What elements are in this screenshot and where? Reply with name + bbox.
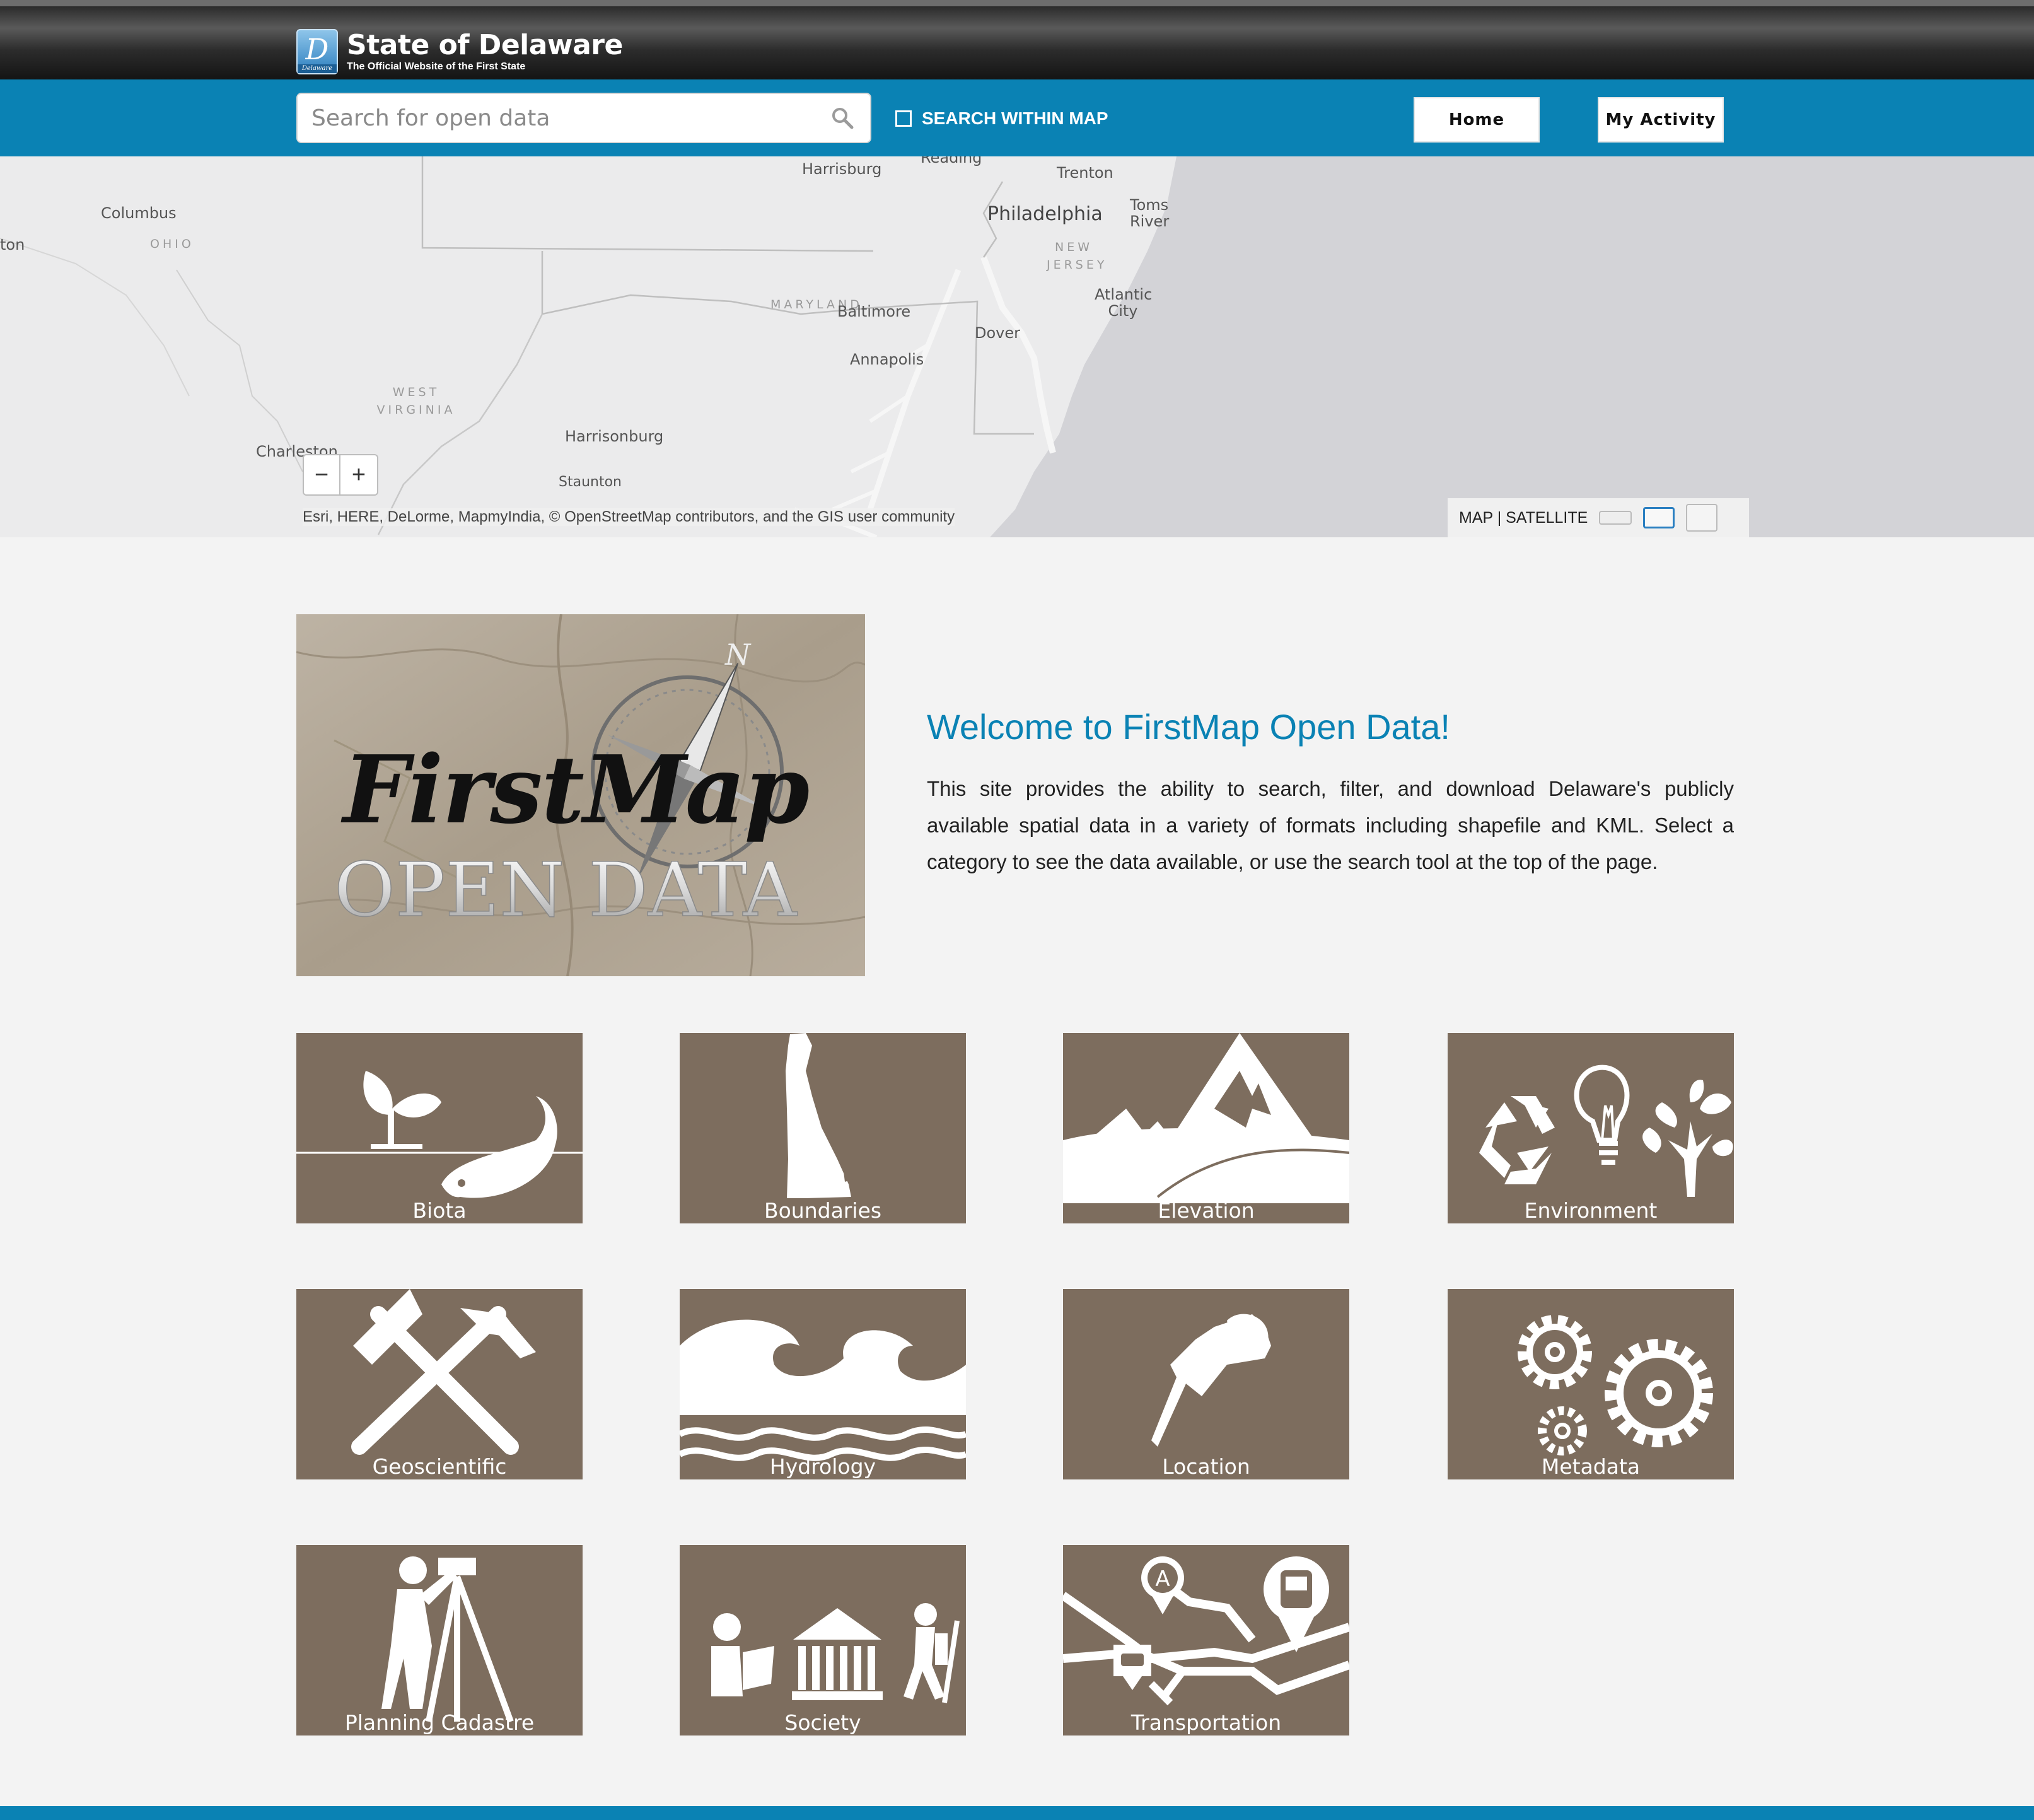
category-tile-geoscientific[interactable]: Geoscientific xyxy=(296,1289,583,1479)
map-label-annapolis: Annapolis xyxy=(850,351,924,368)
basemap-toggle[interactable] xyxy=(1599,511,1632,525)
nav-bar: SEARCH WITHIN MAP Home My Activity xyxy=(0,79,2034,156)
my-activity-button[interactable]: My Activity xyxy=(1598,97,1724,143)
search-within-map-label: SEARCH WITHIN MAP xyxy=(922,108,1108,128)
map-label-columbus: Columbus xyxy=(101,204,177,222)
welcome-title: Welcome to FirstMap Open Data! xyxy=(927,707,1450,747)
category-tile-transportation[interactable]: A Transportation xyxy=(1063,1545,1349,1735)
category-label: Geoscientific xyxy=(372,1454,507,1479)
category-tile-location[interactable]: Location xyxy=(1063,1289,1349,1479)
category-label: Location xyxy=(1162,1454,1250,1479)
search-within-map-checkbox[interactable] xyxy=(895,110,912,127)
gears-icon xyxy=(1518,1315,1713,1455)
logo-caption: Delaware xyxy=(298,64,337,73)
category-tile-metadata[interactable]: Metadata xyxy=(1448,1289,1734,1479)
map-label-new-jersey: NEW JERSEY xyxy=(1047,240,1108,272)
waves-icon xyxy=(680,1319,966,1461)
zoom-in-button[interactable]: + xyxy=(340,455,377,494)
site-header: D Delaware State of Delaware The Officia… xyxy=(0,0,2034,79)
category-label: Planning Cadastre xyxy=(344,1710,535,1735)
map-label-philadelphia: Philadelphia xyxy=(987,203,1103,225)
search-box xyxy=(296,93,871,143)
search-icon[interactable] xyxy=(830,105,855,131)
map-label-harrisburg: Harrisburg xyxy=(802,160,882,178)
category-label: Biota xyxy=(412,1198,467,1223)
map-label-west-virginia: WEST VIRGINIA xyxy=(376,385,456,417)
category-label: Boundaries xyxy=(764,1198,882,1223)
mountains-icon xyxy=(1063,1033,1349,1203)
basemap-map-thumbnail[interactable] xyxy=(1643,507,1675,528)
search-input[interactable] xyxy=(311,94,816,142)
firstmap-logo-image: N FirstMap OPEN DATA xyxy=(296,614,865,976)
category-label: Metadata xyxy=(1541,1454,1641,1479)
map-label-staunton: Staunton xyxy=(559,474,622,490)
map-label-atlantic-city: Atlantic City xyxy=(1095,286,1153,320)
category-tile-society[interactable]: Society xyxy=(680,1545,966,1735)
zoom-control: − + xyxy=(303,454,378,496)
logo-letter: D xyxy=(305,32,329,66)
category-tile-environment[interactable]: Environment xyxy=(1448,1033,1734,1223)
basemap-switcher: MAP | SATELLITE xyxy=(1448,498,1749,537)
surveyor-icon xyxy=(381,1556,514,1723)
category-tile-planning-cadastre[interactable]: Planning Cadastre xyxy=(296,1545,583,1735)
map-view[interactable]: Harrisburg Reading Trenton Philadelphia … xyxy=(0,156,2034,537)
svg-text:A: A xyxy=(1155,1566,1170,1592)
map-label-toms-river: Toms River xyxy=(1130,196,1170,230)
site-title: State of Delaware xyxy=(347,29,623,61)
page-footer-bar xyxy=(0,1806,2034,1820)
map-label-dayton: ton xyxy=(0,236,25,254)
basemap-satellite-option[interactable]: SATELLITE xyxy=(1506,509,1588,527)
plant-fish-icon xyxy=(296,1071,583,1198)
map-label-trenton: Trenton xyxy=(1057,164,1113,182)
basemap-separator: | xyxy=(1497,508,1502,527)
map-label-dover: Dover xyxy=(975,324,1020,342)
reader-museum-hiker-icon xyxy=(711,1603,960,1703)
map-label-reading: Reading xyxy=(921,156,982,166)
category-label: Society xyxy=(784,1710,861,1735)
site-subtitle: The Official Website of the First State xyxy=(347,61,526,72)
delaware-logo-mark: D Delaware xyxy=(296,29,338,74)
zoom-out-button[interactable]: − xyxy=(304,455,340,494)
map-attribution: Esri, HERE, DeLorme, MapmyIndia, © OpenS… xyxy=(303,508,955,526)
home-button[interactable]: Home xyxy=(1414,97,1540,143)
crossed-hammers-icon xyxy=(351,1289,536,1455)
delaware-logo[interactable]: D Delaware State of Delaware The Officia… xyxy=(296,29,623,74)
basemap-map-option[interactable]: MAP xyxy=(1459,509,1493,527)
welcome-text: This site provides the ability to search… xyxy=(927,777,1734,873)
category-tile-biota[interactable]: Biota xyxy=(296,1033,583,1223)
compass-north-letter: N xyxy=(724,638,752,672)
delaware-outline-icon xyxy=(786,1033,853,1198)
category-label: Transportation xyxy=(1130,1710,1282,1735)
map-label-harrisonburg: Harrisonburg xyxy=(565,428,664,445)
recycle-bulb-tree-icon xyxy=(1479,1065,1733,1197)
category-label: Elevation xyxy=(1158,1198,1255,1223)
pushpin-icon xyxy=(1151,1314,1271,1447)
category-label: Hydrology xyxy=(769,1454,876,1479)
map-label-baltimore: Baltimore xyxy=(837,303,911,320)
category-tile-hydrology[interactable]: Hydrology xyxy=(680,1289,966,1479)
category-label: Environment xyxy=(1524,1198,1658,1223)
category-tile-boundaries[interactable]: Boundaries xyxy=(680,1033,966,1223)
map-label-ohio: OHIO xyxy=(150,237,194,251)
basemap-satellite-thumbnail[interactable] xyxy=(1686,504,1718,532)
map-route-icon: A xyxy=(1063,1556,1349,1706)
search-within-map[interactable]: SEARCH WITHIN MAP xyxy=(895,108,1108,129)
open-data-wordmark: OPEN DATA xyxy=(334,846,798,933)
firstmap-wordmark: FirstMap xyxy=(340,735,809,844)
category-tile-elevation[interactable]: Elevation xyxy=(1063,1033,1349,1223)
